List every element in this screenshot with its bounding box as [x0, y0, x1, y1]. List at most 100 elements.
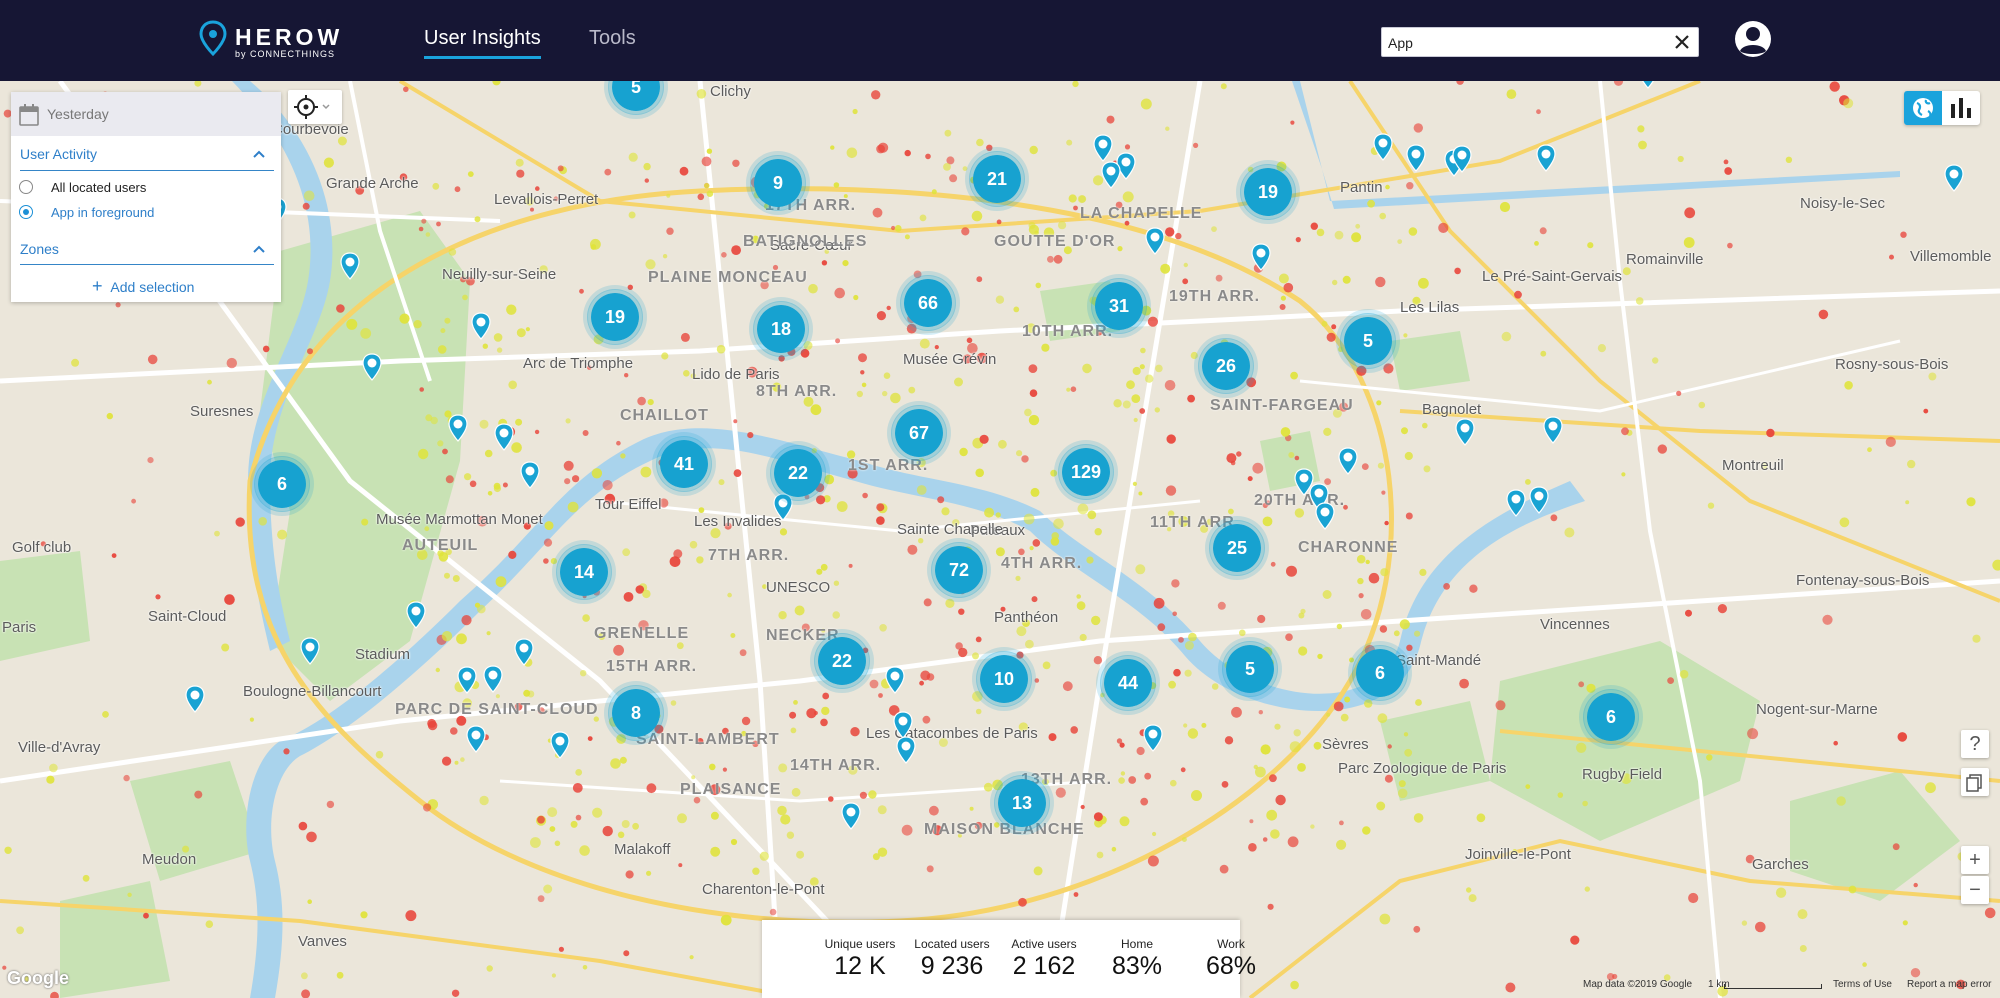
terms-link[interactable]: Terms of Use [1833, 979, 1892, 990]
user-cluster-marker[interactable]: 26 [1198, 338, 1254, 394]
stats-view-button[interactable] [1942, 91, 1980, 125]
logo-wordmark: HEROW [235, 24, 344, 50]
user-cluster-marker[interactable]: 6 [1352, 645, 1408, 701]
user-cluster-marker[interactable]: 129 [1058, 444, 1114, 500]
location-pin-icon[interactable] [1536, 144, 1556, 172]
user-cluster-marker[interactable]: 5 [1340, 313, 1396, 369]
user-cluster-marker[interactable]: 13 [994, 775, 1050, 831]
user-activity-header[interactable]: User Activity [20, 146, 97, 162]
location-pin-icon[interactable] [362, 353, 382, 381]
map-place-label: Romainville [1626, 251, 1704, 268]
section-divider [20, 170, 274, 171]
location-pin-icon[interactable] [1529, 486, 1549, 514]
location-pin-icon[interactable] [1638, 81, 1658, 89]
location-pin-icon[interactable] [1944, 164, 1964, 192]
location-pin-icon[interactable] [483, 665, 503, 693]
user-cluster-marker[interactable]: 8 [608, 685, 664, 741]
location-pin-icon[interactable] [457, 666, 477, 694]
location-pin-icon[interactable] [471, 312, 491, 340]
user-cluster-marker[interactable]: 14 [556, 544, 612, 600]
user-cluster-marker[interactable]: 6 [254, 456, 310, 512]
user-cluster-marker[interactable]: 21 [969, 151, 1025, 207]
location-pin-icon[interactable] [893, 711, 913, 739]
zones-header[interactable]: Zones [20, 241, 59, 257]
location-pin-icon[interactable] [1506, 489, 1526, 517]
user-cluster-marker[interactable]: 44 [1100, 655, 1156, 711]
layers-button[interactable] [1961, 768, 1989, 796]
map-place-label: Villemomble [1910, 248, 1992, 265]
location-pin-icon[interactable] [1251, 243, 1271, 271]
recenter-button[interactable] [288, 90, 342, 124]
location-pin-icon[interactable] [1315, 502, 1335, 530]
user-cluster-marker[interactable]: 72 [931, 542, 987, 598]
location-pin-icon[interactable] [448, 414, 468, 442]
location-pin-icon[interactable] [466, 725, 486, 753]
radio-button-selected[interactable] [19, 205, 33, 219]
user-cluster-marker[interactable]: 18 [753, 301, 809, 357]
user-cluster-marker[interactable]: 22 [814, 633, 870, 689]
location-pin-icon[interactable] [1406, 144, 1426, 172]
user-cluster-marker[interactable]: 25 [1209, 520, 1265, 576]
location-pin-icon[interactable] [340, 252, 360, 280]
location-pin-icon[interactable] [1373, 133, 1393, 161]
stat-value: 68% [1205, 952, 1257, 980]
add-selection-button[interactable]: + Add selection [92, 276, 194, 297]
map-place-label: Bagnolet [1422, 401, 1482, 418]
add-selection-label: Add selection [110, 279, 195, 295]
chevron-up-icon[interactable] [253, 150, 265, 158]
map-canvas[interactable]: Clichy Courbevoie Levallois-Perret Pantin No… [0, 81, 2000, 998]
close-icon[interactable] [1672, 32, 1692, 52]
map-place-label: Musée Grévin [903, 351, 997, 368]
location-pin-icon[interactable] [1455, 418, 1475, 446]
location-pin-icon[interactable] [896, 736, 916, 764]
date-selector[interactable]: Yesterday [11, 92, 281, 136]
map-district-label: 8TH ARR. [756, 383, 838, 400]
user-cluster-marker[interactable]: 67 [891, 405, 947, 461]
location-pin-icon[interactable] [1543, 416, 1563, 444]
user-cluster-marker[interactable]: 9 [750, 155, 806, 211]
user-cluster-marker[interactable]: 19 [1240, 164, 1296, 220]
radio-label: App in foreground [51, 205, 155, 220]
location-pin-icon[interactable] [1101, 161, 1121, 189]
user-cluster-marker[interactable]: 22 [770, 445, 826, 501]
location-pin-icon[interactable] [520, 461, 540, 489]
map-place-label: Rugby Field [1582, 766, 1663, 783]
map-district-label: PLAINE MONCEAU [648, 269, 808, 286]
user-cluster-marker[interactable]: 66 [900, 275, 956, 331]
tab-user-insights[interactable]: User Insights [424, 27, 541, 59]
report-error-link[interactable]: Report a map error [1907, 979, 1991, 990]
location-pin-icon[interactable] [494, 423, 514, 451]
user-cluster-marker[interactable]: 5 [1222, 641, 1278, 697]
top-bar: HEROW by CONNECTHINGS User Insights Tool… [0, 0, 2000, 81]
location-pin-icon[interactable] [550, 731, 570, 759]
location-pin-icon[interactable] [1143, 724, 1163, 752]
location-pin-icon[interactable] [185, 685, 205, 713]
question-icon: ? [1969, 733, 1981, 755]
user-cluster-marker[interactable]: 10 [976, 651, 1032, 707]
location-pin-icon[interactable] [1145, 227, 1165, 255]
search-field[interactable] [1381, 27, 1699, 57]
user-avatar-icon[interactable] [1734, 20, 1772, 58]
user-cluster-marker[interactable]: 6 [1583, 689, 1639, 745]
location-pin-icon[interactable] [841, 802, 861, 830]
search-input[interactable] [1386, 32, 1660, 54]
location-pin-icon[interactable] [1452, 145, 1472, 173]
user-cluster-marker[interactable]: 19 [587, 289, 643, 345]
user-cluster-marker[interactable]: 31 [1091, 278, 1147, 334]
location-pin-icon[interactable] [1338, 447, 1358, 475]
location-pin-icon[interactable] [885, 666, 905, 694]
user-cluster-marker[interactable]: 41 [656, 436, 712, 492]
location-pin-icon[interactable] [514, 638, 534, 666]
map-district-label: PLAISANCE [680, 781, 782, 798]
chevron-up-icon[interactable] [253, 245, 265, 253]
zoom-out-button[interactable]: − [1961, 876, 1989, 904]
tab-tools[interactable]: Tools [589, 27, 636, 50]
radio-button[interactable] [19, 180, 33, 194]
help-button[interactable]: ? [1961, 730, 1989, 758]
location-pin-icon[interactable] [1093, 134, 1113, 162]
map-view-button[interactable] [1904, 91, 1942, 125]
map-district-label: GOUTTE D'OR [994, 233, 1116, 250]
location-pin-icon[interactable] [406, 601, 426, 629]
zoom-in-button[interactable]: + [1961, 846, 1989, 874]
location-pin-icon[interactable] [300, 637, 320, 665]
